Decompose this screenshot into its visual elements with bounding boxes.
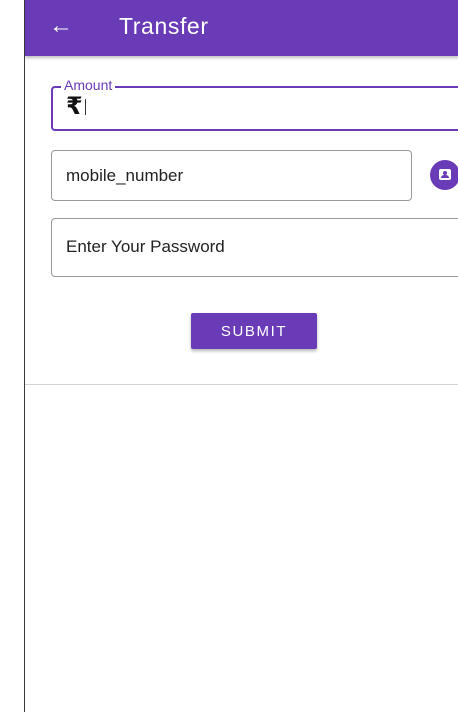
password-input[interactable] [66, 237, 386, 257]
divider [25, 384, 458, 385]
text-cursor [84, 99, 86, 115]
app-frame: ← Transfer Amount ₹ SUBMIT [0, 0, 458, 712]
page-title: Transfer [119, 13, 209, 39]
mobile-number-input[interactable] [66, 166, 386, 186]
back-arrow-icon[interactable]: ← [49, 10, 81, 42]
contact-card-icon [439, 169, 451, 180]
mobile-number-field[interactable] [51, 150, 412, 201]
amount-field[interactable]: Amount ₹ [51, 76, 458, 131]
rupee-symbol: ₹ [66, 93, 83, 120]
left-margin [0, 0, 24, 712]
submit-button[interactable]: SUBMIT [191, 313, 317, 349]
app-bar: ← Transfer [25, 0, 458, 56]
contact-picker-button[interactable] [430, 160, 458, 190]
contact-body-shape [441, 175, 449, 178]
amount-input[interactable]: ₹ [66, 92, 86, 121]
password-field[interactable] [51, 218, 458, 277]
transfer-screen: ← Transfer Amount ₹ SUBMIT [24, 0, 458, 712]
